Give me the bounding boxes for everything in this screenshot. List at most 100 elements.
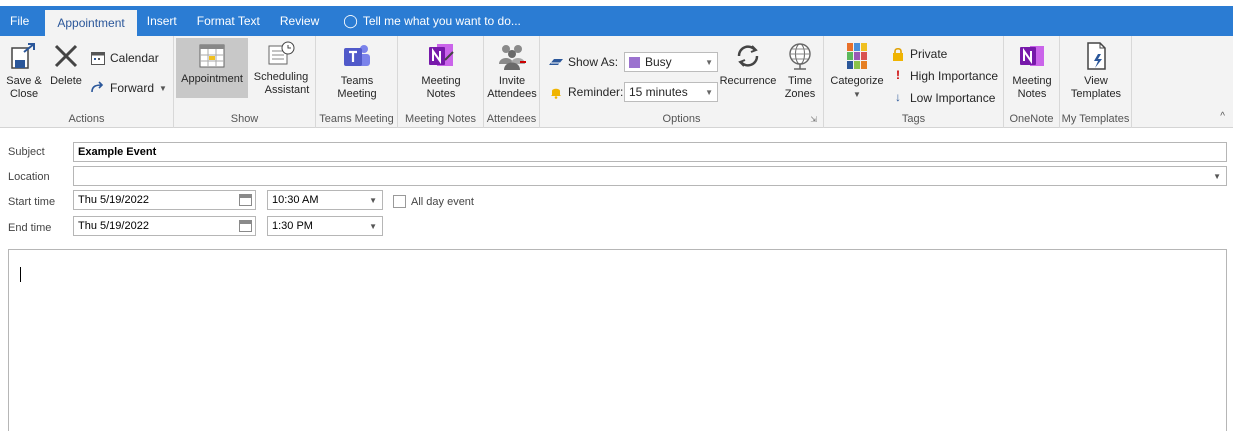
scheduling-label-1: Scheduling — [253, 71, 309, 83]
recurrence-label: Recurrence — [719, 75, 777, 87]
group-label-meeting-notes: Meeting Notes — [405, 113, 476, 125]
forward-icon — [90, 80, 106, 96]
calendar-icon — [90, 50, 106, 66]
end-time-label: End time — [8, 222, 52, 234]
group-label-options: Options — [662, 113, 701, 125]
reminder-dropdown[interactable]: 15 minutes ▼ — [624, 82, 718, 102]
tab-format-text[interactable]: Format Text — [187, 6, 270, 36]
time-zones-label-2: Zones — [784, 88, 816, 100]
location-dropdown-icon[interactable]: ▼ — [1213, 172, 1221, 181]
categorize-label: Categorize — [830, 75, 884, 87]
end-date-value: Thu 5/19/2022 — [78, 220, 149, 232]
options-dialog-launcher-icon[interactable]: ⇲ — [810, 115, 817, 124]
subject-value: Example Event — [78, 146, 157, 158]
teams-label-1: Teams — [340, 75, 374, 87]
save-close-button[interactable]: Save & Close — [4, 40, 44, 101]
teams-label-2: Meeting — [337, 88, 377, 100]
appointment-view-button[interactable]: Appointment — [176, 38, 248, 98]
start-date-input[interactable]: Thu 5/19/2022 — [73, 190, 256, 210]
onenote-meeting-notes-button[interactable]: Meeting Notes — [1008, 40, 1056, 101]
start-time-dropdown-icon[interactable]: ▼ — [369, 196, 377, 205]
high-importance-icon: ! — [896, 68, 900, 82]
onenote-label-2: Notes — [1017, 88, 1047, 100]
group-label-tags: Tags — [901, 113, 926, 125]
group-label-attendees: Attendees — [486, 113, 537, 125]
tab-review[interactable]: Review — [270, 6, 329, 36]
forward-button[interactable]: Forward ▼ — [90, 80, 167, 96]
group-label-onenote: OneNote — [1009, 113, 1054, 125]
group-my-templates: View Templates My Templates — [1060, 36, 1132, 128]
location-label: Location — [8, 171, 50, 183]
view-templates-icon — [1080, 40, 1112, 72]
categorize-button[interactable]: Categorize ▼ — [826, 40, 888, 101]
ribbon-tab-bar: File Appointment Insert Format Text Revi… — [0, 6, 1233, 36]
group-options: Show As: Busy ▼ Reminder: 15 minutes ▼ R… — [540, 36, 824, 128]
start-time-label: Start time — [8, 196, 56, 208]
reminder-label: Reminder: — [568, 85, 624, 99]
invite-label-2: Attendees — [487, 88, 537, 100]
time-zones-button[interactable]: Time Zones — [782, 40, 818, 101]
teams-meeting-button[interactable]: Teams Meeting — [328, 40, 386, 101]
low-importance-arrow-icon: ↓ — [895, 90, 901, 104]
group-tags: Categorize ▼ Private ! High Importance ↓… — [824, 36, 1004, 128]
invite-label-1: Invite — [498, 75, 526, 87]
show-as-dropdown-icon: ▼ — [705, 57, 713, 67]
meeting-notes-button[interactable]: Meeting Notes — [412, 40, 470, 101]
view-templates-label-2: Templates — [1070, 88, 1122, 100]
show-as-value: Busy — [645, 55, 672, 69]
forward-label: Forward — [110, 81, 155, 95]
high-importance-button[interactable]: ! High Importance — [890, 68, 998, 84]
invite-attendees-button[interactable]: Invite Attendees — [486, 40, 538, 101]
start-time-value: 10:30 AM — [272, 194, 319, 206]
location-input[interactable]: ▼ — [73, 166, 1227, 186]
calendar-button[interactable]: Calendar — [90, 50, 159, 66]
tab-file[interactable]: File — [0, 6, 45, 36]
onenote-icon — [1016, 40, 1048, 72]
tab-appointment[interactable]: Appointment — [45, 10, 137, 36]
subject-label: Subject — [8, 146, 45, 158]
lock-icon — [890, 46, 906, 62]
view-templates-button[interactable]: View Templates — [1066, 40, 1126, 101]
end-date-calendar-icon[interactable] — [239, 220, 252, 232]
start-date-value: Thu 5/19/2022 — [78, 194, 149, 206]
private-button[interactable]: Private — [890, 46, 947, 62]
all-day-checkbox[interactable] — [393, 195, 406, 208]
bell-icon — [548, 84, 564, 100]
end-time-value: 1:30 PM — [272, 220, 313, 232]
end-time-dropdown-icon[interactable]: ▼ — [369, 222, 377, 231]
event-body-editor[interactable] — [8, 249, 1227, 431]
forward-dropdown-icon: ▼ — [159, 83, 167, 93]
text-cursor — [20, 267, 21, 282]
delete-button[interactable]: Delete — [46, 40, 86, 88]
end-date-input[interactable]: Thu 5/19/2022 — [73, 216, 256, 236]
reminder-label-wrap: Reminder: — [548, 84, 623, 100]
start-time-dropdown[interactable]: 10:30 AM ▼ — [267, 190, 383, 210]
reminder-value: 15 minutes — [629, 85, 688, 99]
show-as-label: Show As: — [568, 55, 619, 69]
all-day-label: All day event — [411, 196, 474, 208]
group-label-my-templates: My Templates — [1061, 113, 1130, 125]
collapse-ribbon-icon[interactable]: ^ — [1220, 111, 1225, 122]
end-time-dropdown[interactable]: 1:30 PM ▼ — [267, 216, 383, 236]
reminder-dropdown-icon[interactable]: ▼ — [705, 88, 713, 97]
high-importance-label: High Importance — [910, 69, 999, 83]
appointment-view-label: Appointment — [181, 73, 243, 85]
subject-input[interactable]: Example Event — [73, 142, 1227, 162]
categorize-icon — [841, 40, 873, 72]
low-importance-button[interactable]: ↓ Low Importance — [890, 90, 995, 106]
private-label: Private — [910, 47, 948, 61]
tab-insert[interactable]: Insert — [137, 6, 187, 36]
show-as-label-wrap: Show As: — [548, 54, 618, 70]
time-zones-label-1: Time — [787, 75, 813, 87]
tell-me-search[interactable]: ◯ Tell me what you want to do... — [329, 6, 531, 36]
scheduling-assistant-button[interactable]: Scheduling Assistant — [250, 40, 312, 97]
group-attendees: Invite Attendees Attendees — [484, 36, 540, 128]
show-as-dropdown[interactable]: Busy ▼ — [624, 52, 718, 72]
save-close-icon — [8, 40, 40, 72]
group-actions: Save & Close Delete Calendar Forward ▼ A… — [0, 36, 174, 128]
save-close-label-1: Save & — [6, 75, 42, 87]
recurrence-button[interactable]: Recurrence — [716, 40, 780, 88]
group-onenote: Meeting Notes OneNote — [1004, 36, 1060, 128]
start-date-calendar-icon[interactable] — [239, 194, 252, 206]
view-templates-label-1: View — [1084, 75, 1108, 87]
